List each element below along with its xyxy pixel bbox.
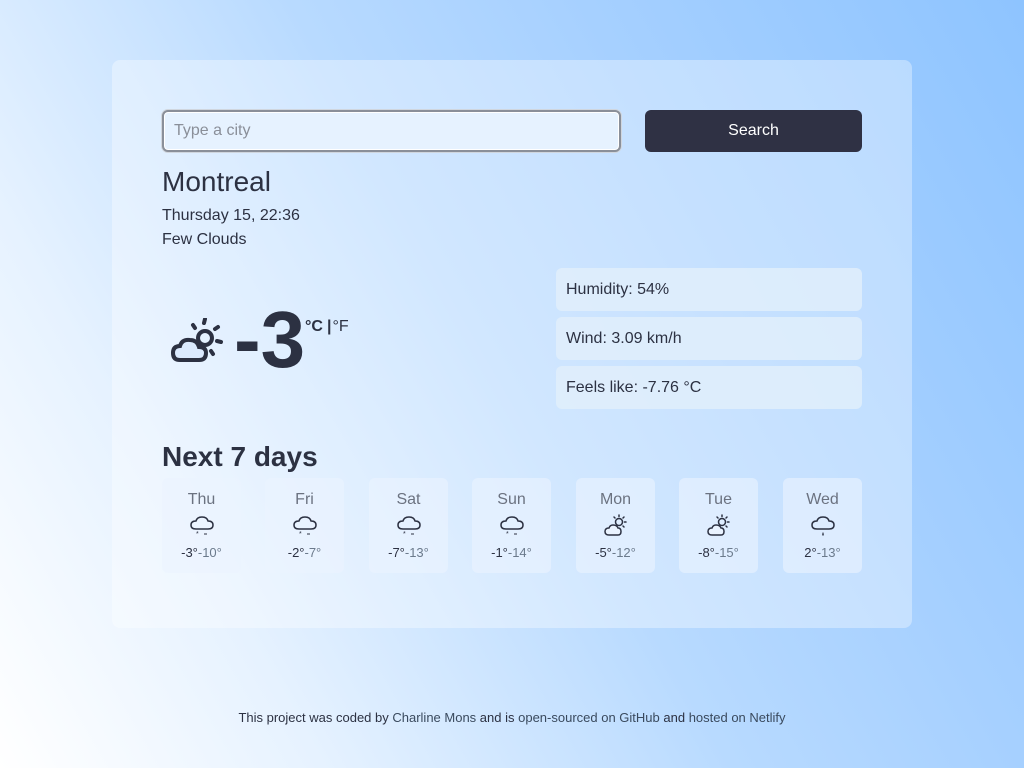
- rain-icon: [810, 516, 835, 536]
- forecast-day-name: Wed: [806, 491, 839, 508]
- svg-text:*: *: [196, 531, 199, 538]
- forecast-title: Next 7 days: [162, 441, 318, 472]
- svg-text:*: *: [506, 531, 509, 538]
- svg-text:*: *: [299, 531, 302, 538]
- forecast-min: -13°: [816, 545, 841, 560]
- partly-cloudy-night-icon: [170, 318, 223, 362]
- fahrenheit-link[interactable]: °F: [332, 318, 348, 335]
- footer-text: and: [659, 710, 689, 725]
- forecast-temps: -1°-14°: [472, 545, 551, 560]
- forecast-day-name: Tue: [705, 491, 732, 508]
- forecast-day: Wed 2°-13°: [783, 478, 862, 573]
- forecast-max: -2°: [287, 545, 305, 560]
- forecast-day-name: Sun: [497, 491, 526, 508]
- forecast-day: Sat * -7°-13°: [369, 478, 448, 573]
- snow-icon: *: [189, 516, 214, 538]
- forecast-day-name: Mon: [599, 491, 632, 508]
- forecast-max: -8°: [698, 545, 715, 560]
- snow-icon: *: [292, 516, 317, 538]
- forecast-list: Thu * -3°-10° Fri * -2°-7° Sat * -7°-13°…: [162, 478, 862, 573]
- forecast-day: Fri * -2°-7°: [265, 478, 344, 573]
- forecast-temps: -5°-12°: [576, 545, 655, 560]
- forecast-max: -1°: [491, 545, 508, 560]
- forecast-day: Mon -5°-12°: [576, 478, 655, 573]
- forecast-max: 2°: [804, 545, 817, 560]
- feels-like: Feels like: -7.76 °C: [556, 366, 862, 409]
- footer-text: This project was coded by: [238, 710, 393, 725]
- forecast-max: -5°: [595, 545, 612, 560]
- celsius-link[interactable]: °C: [305, 318, 323, 335]
- weather-details: Humidity: 54% Wind: 3.09 km/h Feels like…: [556, 268, 862, 415]
- current-datetime: Thursday 15, 22:36: [162, 207, 300, 224]
- forecast-day: Sun * -1°-14°: [472, 478, 551, 573]
- weather-card: Search Montreal Thursday 15, 22:36 Few C…: [112, 60, 912, 628]
- forecast-min: -12°: [611, 545, 636, 560]
- forecast-min: -10°: [197, 545, 222, 560]
- wind: Wind: 3.09 km/h: [556, 317, 862, 360]
- search-button[interactable]: Search: [645, 110, 862, 152]
- netlify-link[interactable]: hosted on Netlify: [689, 710, 786, 725]
- footer-text: and is: [476, 710, 519, 725]
- weather-description: Few Clouds: [162, 231, 247, 248]
- forecast-day-name: Sat: [396, 491, 421, 508]
- author-link[interactable]: Charline Mons: [392, 710, 476, 725]
- search-form: Search: [162, 110, 862, 152]
- city-name: Montreal: [162, 166, 271, 197]
- forecast-day-name: Fri: [295, 491, 314, 508]
- forecast-max: -3°: [181, 545, 198, 560]
- partly-cloudy-icon: [603, 514, 627, 536]
- forecast-temps: -7°-13°: [369, 545, 448, 560]
- forecast-max: -7°: [388, 545, 405, 560]
- snow-icon: *: [499, 516, 524, 538]
- humidity: Humidity: 54%: [556, 268, 862, 311]
- forecast-day: Tue -8°-15°: [679, 478, 758, 573]
- forecast-min: -7°: [304, 545, 322, 560]
- forecast-min: -15°: [714, 545, 739, 560]
- forecast-temps: -2°-7°: [265, 545, 344, 560]
- github-link[interactable]: open-sourced on GitHub: [518, 710, 660, 725]
- forecast-day-name: Thu: [187, 491, 216, 508]
- forecast-temps: 2°-13°: [783, 545, 862, 560]
- forecast-min: -13°: [404, 545, 429, 560]
- partly-cloudy-icon: [706, 514, 730, 536]
- city-search-input[interactable]: [162, 110, 621, 152]
- unit-separator: |: [326, 318, 332, 335]
- snow-icon: *: [396, 516, 421, 538]
- svg-text:*: *: [403, 531, 406, 538]
- forecast-min: -14°: [507, 545, 532, 560]
- unit-toggle: °C |°F: [305, 318, 349, 336]
- forecast-temps: -8°-15°: [679, 545, 758, 560]
- forecast-temps: -3°-10°: [162, 545, 241, 560]
- footer: This project was coded by Charline Mons …: [0, 710, 1024, 725]
- current-temperature: -3: [234, 295, 306, 384]
- forecast-day: Thu * -3°-10°: [162, 478, 241, 573]
